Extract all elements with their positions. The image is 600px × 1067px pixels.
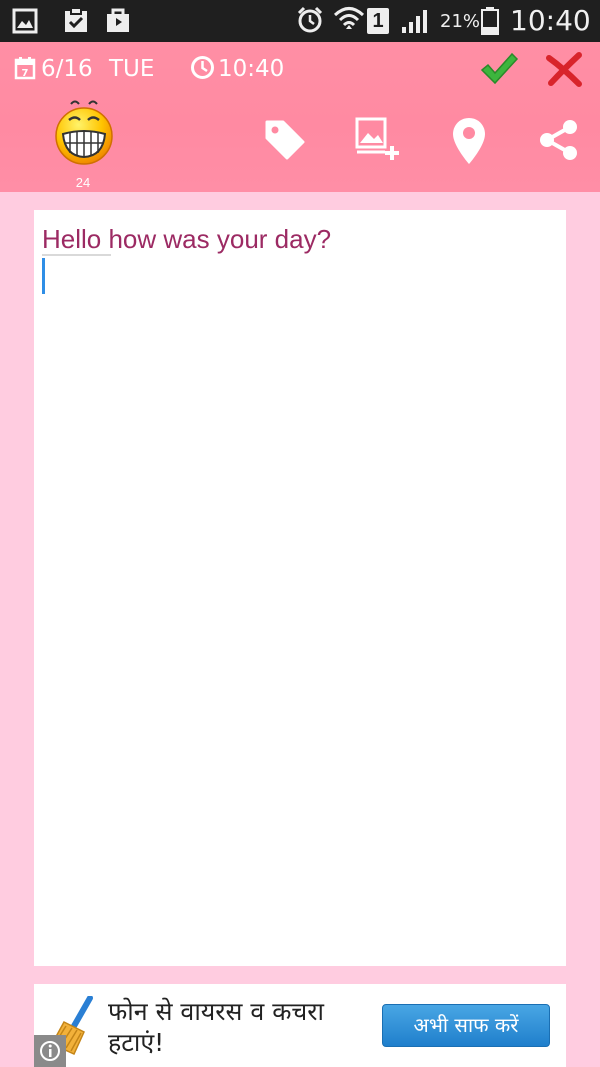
text-cursor xyxy=(42,258,45,294)
ad-clean-now-button[interactable]: अभी साफ करें xyxy=(382,1004,550,1047)
discard-x-icon[interactable] xyxy=(543,50,585,88)
entry-weekday[interactable]: TUE xyxy=(109,56,154,82)
status-bar: 1 21% 10:40 xyxy=(0,0,600,42)
info-icon xyxy=(40,1041,60,1061)
wifi-icon xyxy=(333,7,365,29)
entry-text-area[interactable]: Hello how was your day? xyxy=(34,210,566,966)
ad-banner[interactable]: फोन से वायरस व कचरा हटाएं! अभी साफ करें xyxy=(34,984,566,1067)
svg-text:7: 7 xyxy=(22,68,29,79)
entry-body-text[interactable]: Hello how was your day? xyxy=(42,224,331,255)
sim-slot-number: 1 xyxy=(372,10,384,32)
entry-time[interactable]: 10:40 xyxy=(218,56,284,82)
spellcheck-underline xyxy=(42,254,111,256)
signal-icon xyxy=(402,10,427,33)
location-pin-icon[interactable] xyxy=(451,116,487,166)
shopping-bag-icon xyxy=(107,8,129,32)
save-check-icon[interactable] xyxy=(478,50,520,88)
clipboard-check-icon xyxy=(65,7,87,32)
clock-icon[interactable] xyxy=(190,55,215,80)
mood-count: 24 xyxy=(75,175,91,190)
share-icon[interactable] xyxy=(538,118,580,162)
ad-info-button[interactable] xyxy=(34,1035,66,1067)
battery-percent: 21% xyxy=(440,11,481,32)
grinning-emoji-icon[interactable] xyxy=(53,98,115,170)
alarm-icon xyxy=(297,6,323,33)
status-time: 10:40 xyxy=(510,4,591,37)
entry-header: 7 6/16 TUE 10:40 24 xyxy=(0,42,600,192)
add-image-icon[interactable] xyxy=(354,116,402,164)
entry-date[interactable]: 6/16 xyxy=(41,56,93,82)
gallery-icon xyxy=(12,8,38,34)
ad-message[interactable]: फोन से वायरस व कचरा हटाएं! xyxy=(108,996,338,1058)
calendar-icon[interactable]: 7 xyxy=(14,56,36,80)
battery-icon xyxy=(481,7,499,35)
tag-icon[interactable] xyxy=(263,118,307,162)
sim-icon: 1 xyxy=(367,8,389,34)
